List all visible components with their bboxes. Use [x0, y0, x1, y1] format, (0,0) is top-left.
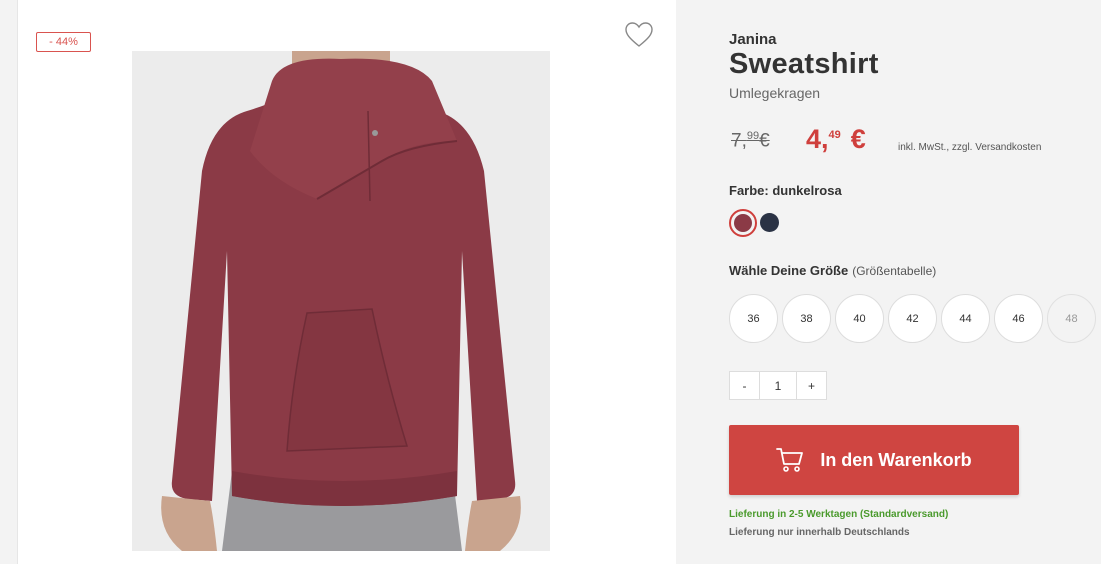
delivery-region: Lieferung nur innerhalb Deutschlands	[729, 527, 910, 538]
size-option-38[interactable]: 38	[782, 294, 831, 343]
sale-price-cents: 49	[828, 129, 841, 141]
size-options: 36 38 40 42 44 46 48	[729, 294, 1096, 343]
color-label: Farbe: dunkelrosa	[729, 183, 842, 198]
product-image[interactable]	[132, 51, 550, 551]
size-option-48[interactable]: 48	[1047, 294, 1096, 343]
quantity-decrease-button[interactable]: -	[730, 372, 759, 399]
quantity-increase-button[interactable]: +	[797, 372, 826, 399]
heart-outline-icon[interactable]	[625, 22, 653, 48]
size-option-40[interactable]: 40	[835, 294, 884, 343]
size-option-44[interactable]: 44	[941, 294, 990, 343]
size-option-46[interactable]: 46	[994, 294, 1043, 343]
tax-note[interactable]: inkl. MwSt., zzgl. Versandkosten	[898, 142, 1041, 153]
sale-price: 4,49 €	[806, 124, 866, 155]
product-gallery: - 44%	[17, 0, 676, 564]
size-chart-link[interactable]: (Größentabelle)	[852, 264, 936, 278]
shopping-cart-icon	[776, 448, 804, 472]
sale-price-main: 4,	[806, 124, 829, 154]
add-to-cart-label: In den Warenkorb	[820, 449, 972, 470]
old-price-currency: €	[759, 130, 770, 152]
old-price-cents: 99	[746, 130, 760, 142]
quantity-input[interactable]: 1	[759, 372, 797, 399]
delivery-time: Lieferung in 2-5 Werktagen (Standardvers…	[729, 509, 949, 520]
color-swatch-navy[interactable]	[760, 213, 779, 232]
product-brand[interactable]: Janina	[729, 31, 777, 48]
product-info-panel: Janina Sweatshirt Umlegekragen 7,99€ 4,4…	[676, 0, 1101, 564]
sale-price-currency: €	[850, 124, 866, 154]
old-price-main: 7,	[731, 130, 747, 152]
discount-badge: - 44%	[36, 32, 91, 52]
product-title: Sweatshirt	[729, 48, 879, 80]
size-option-42[interactable]: 42	[888, 294, 937, 343]
size-option-36[interactable]: 36	[729, 294, 778, 343]
old-price: 7,99€	[731, 130, 770, 152]
color-swatch-dot	[734, 214, 752, 232]
size-label: Wähle Deine Größe (Größentabelle)	[729, 263, 936, 278]
size-label-text: Wähle Deine Größe	[729, 263, 849, 278]
color-swatch-dunkelrosa[interactable]	[729, 209, 757, 237]
product-page: - 44% Janina Sweatshirt Umlegekragen 7,9…	[0, 0, 1101, 564]
product-subtitle: Umlegekragen	[729, 85, 821, 101]
add-to-cart-button[interactable]: In den Warenkorb	[729, 425, 1019, 495]
sweatshirt-photo	[132, 51, 550, 551]
quantity-stepper: - 1 +	[729, 371, 827, 400]
